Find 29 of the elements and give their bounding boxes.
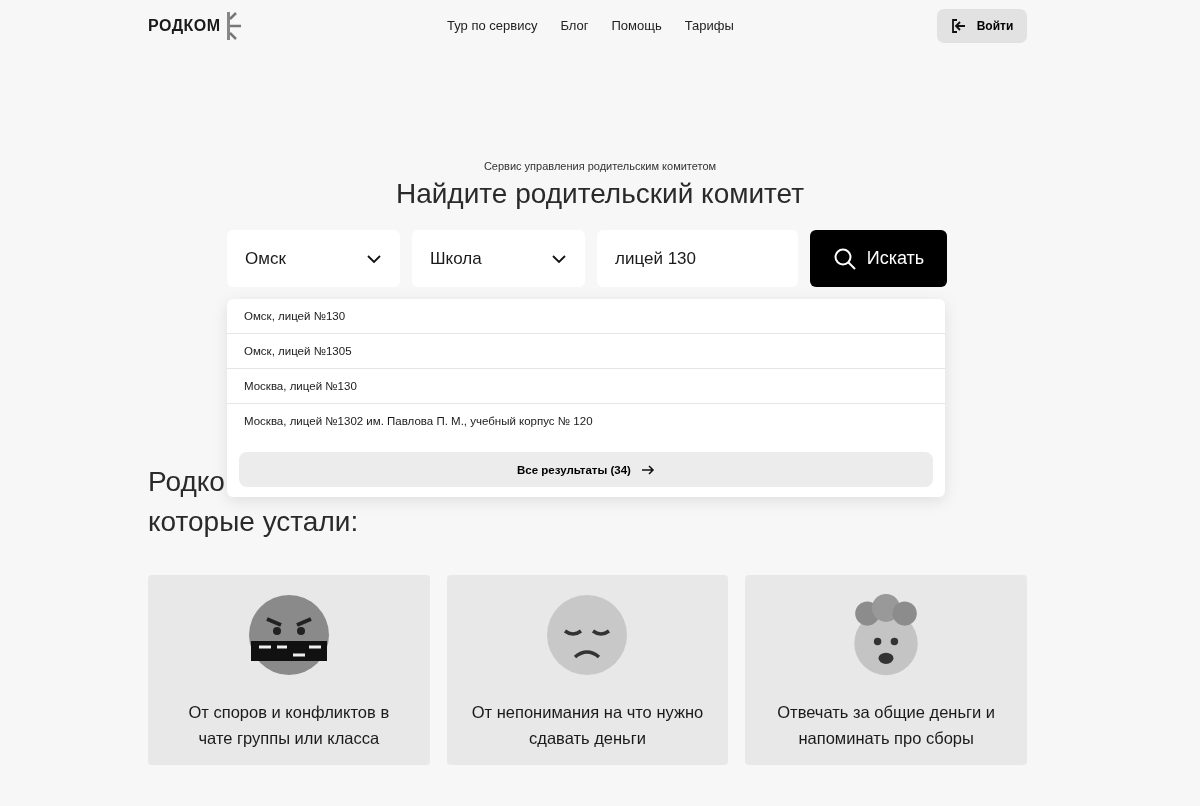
logo-text[interactable]: РОДКОМ xyxy=(148,17,221,35)
section-heading: Родко xyxy=(148,465,225,499)
suggestion-item[interactable]: Омск, лицей №1305 xyxy=(227,334,945,369)
login-icon xyxy=(950,18,967,34)
type-select[interactable]: Школа xyxy=(412,230,585,287)
suggestion-item[interactable]: Москва, лицей №130 xyxy=(227,369,945,404)
nav-link[interactable]: Тарифы xyxy=(684,18,734,33)
page-title: Найдите родительский комитет xyxy=(395,178,805,210)
suggestion-item[interactable]: Москва, лицей №1302 им. Павлова П. М., учебный корпус № 120 xyxy=(227,404,945,442)
login-button[interactable]: Войти xyxy=(937,9,1027,43)
nav-link[interactable]: Тур по сервису xyxy=(447,18,538,33)
search-button[interactable]: Искать xyxy=(810,230,947,287)
nav-link[interactable]: Помощь xyxy=(611,18,662,33)
card-text: От непонимания на что нужно сдавать деньги xyxy=(470,702,705,749)
city-select[interactable]: Омск xyxy=(227,230,400,287)
chevron-down-icon xyxy=(366,253,382,264)
search-field[interactable]: лицей 130 xyxy=(597,230,798,287)
card-text: От споров и конфликтов в чате группы или класса xyxy=(187,702,391,749)
section-heading: которые устали: xyxy=(148,505,359,539)
angry-emoji-icon xyxy=(246,593,331,677)
arrow-right-icon xyxy=(640,464,655,475)
chevron-down-icon xyxy=(551,253,567,264)
search-icon xyxy=(832,246,857,271)
card-text: Отвечать за общие деньги и напоминать про сборы xyxy=(776,702,997,749)
tagline: Сервис управления родительским комитетом xyxy=(483,160,717,172)
sad-emoji-icon xyxy=(545,593,630,677)
nav-link[interactable]: Блог xyxy=(560,18,589,33)
all-results-button[interactable]: Все результаты (34) xyxy=(239,452,933,487)
suggestion-item[interactable]: Омск, лицей №130 xyxy=(227,299,945,334)
